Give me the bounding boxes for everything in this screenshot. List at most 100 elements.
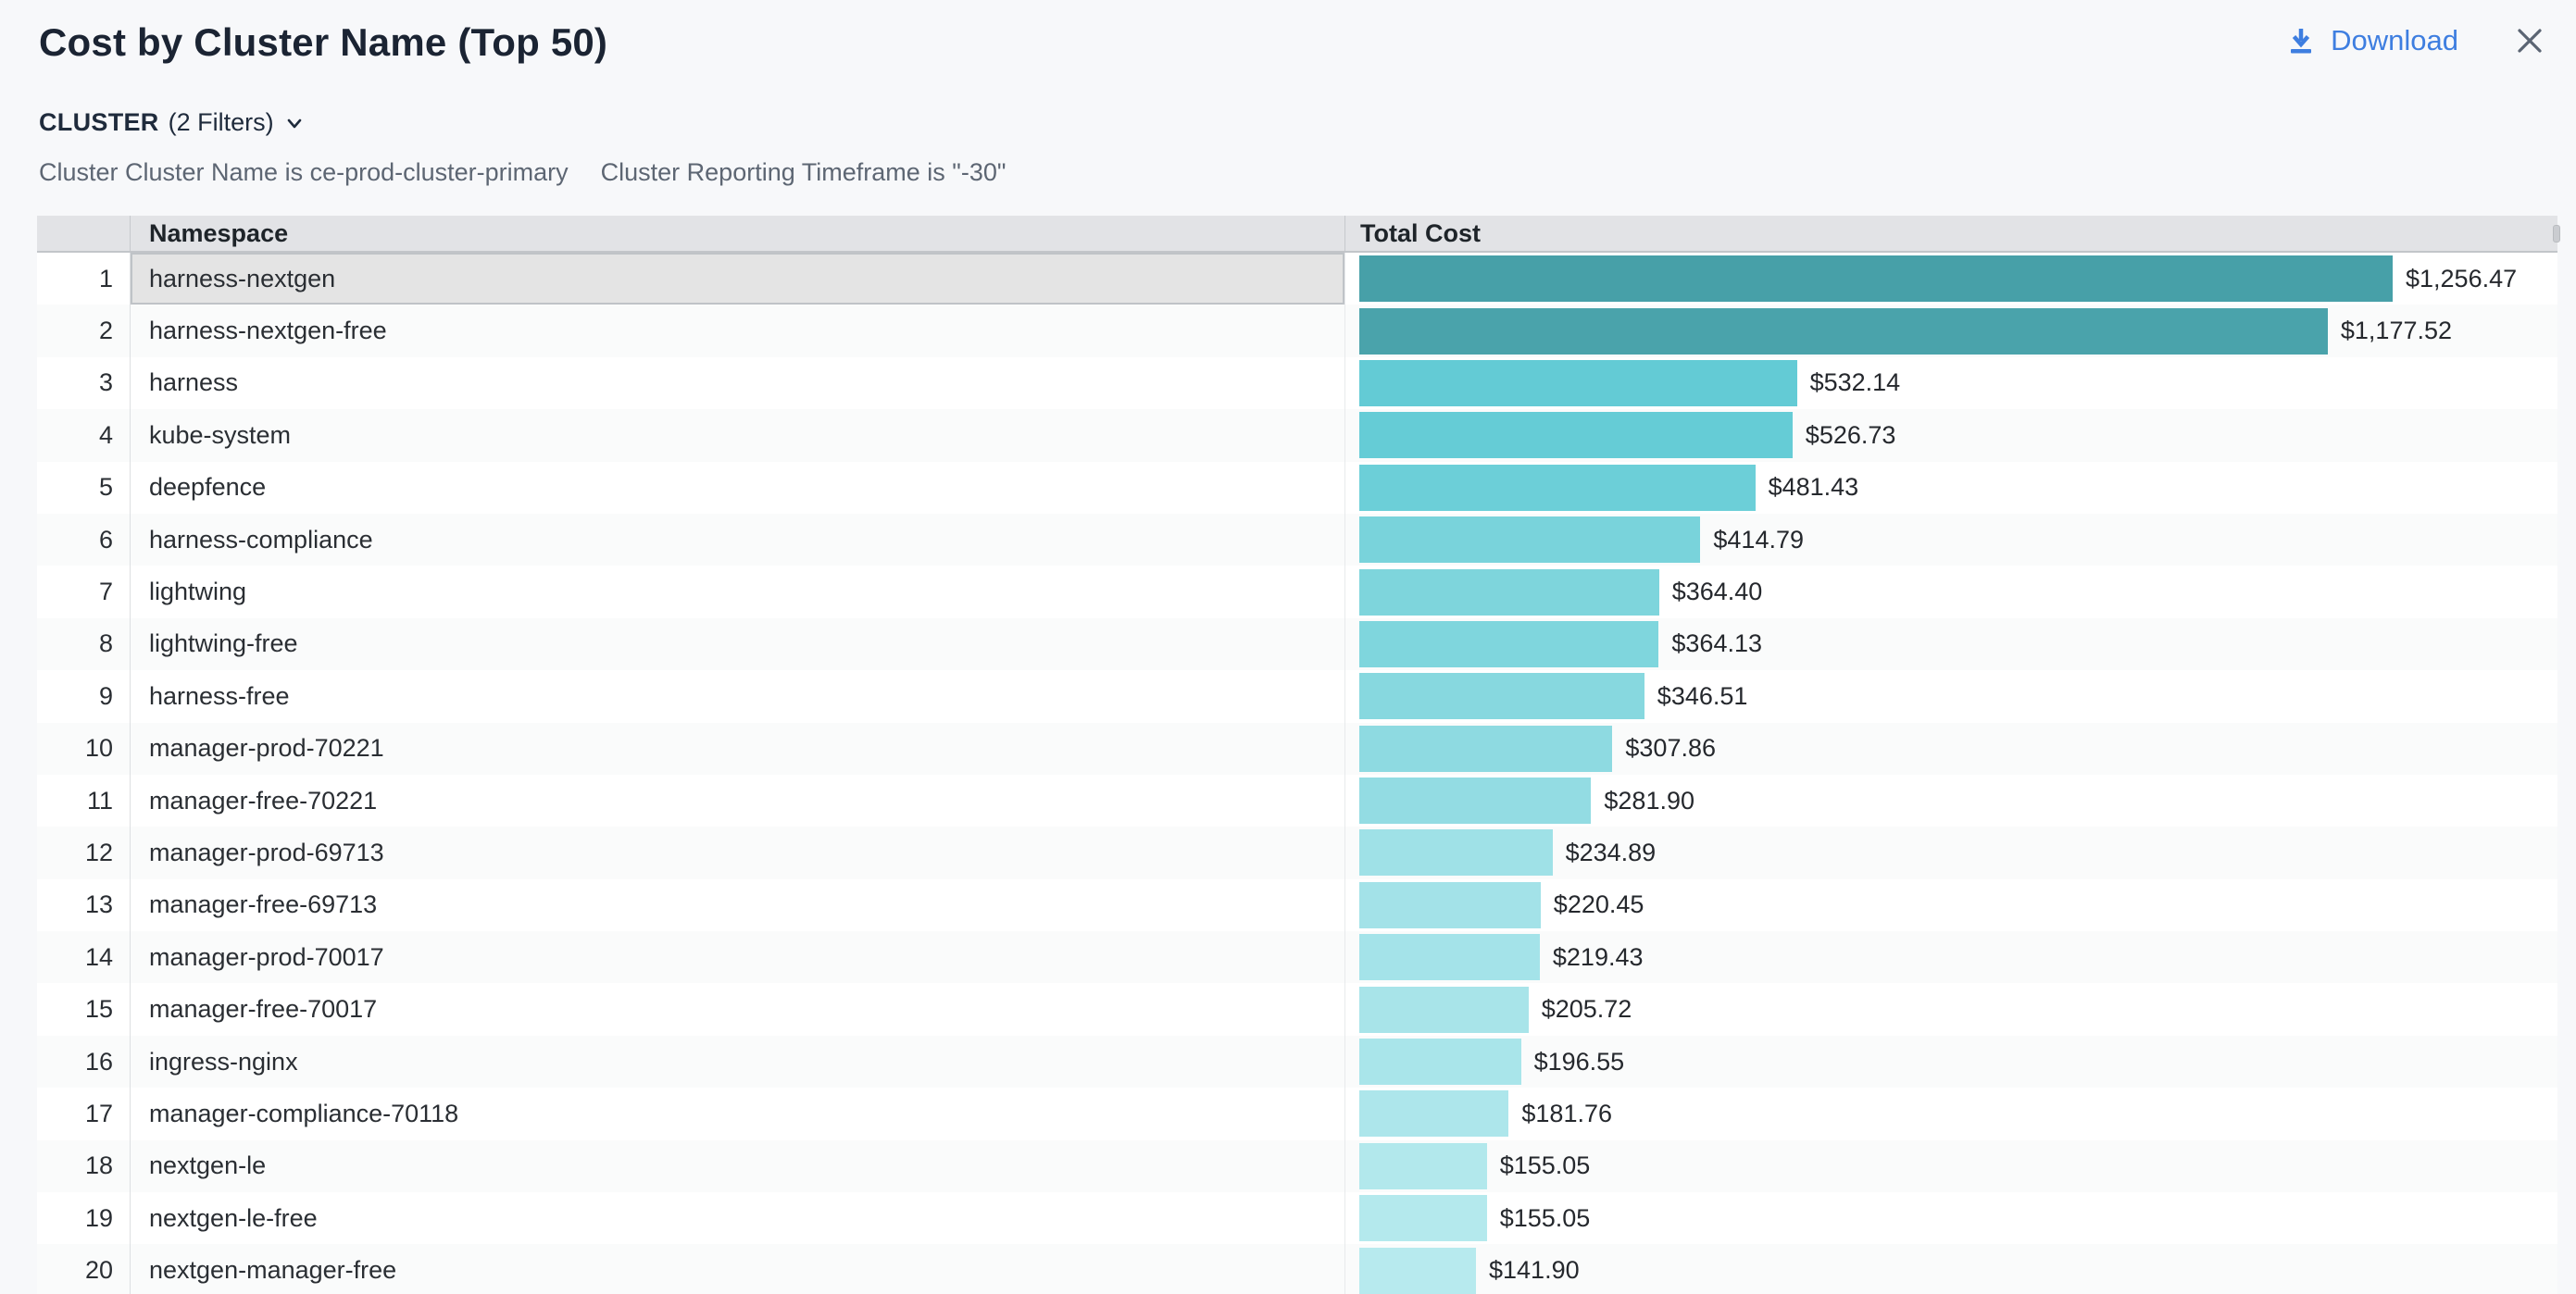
row-namespace: harness-free [149, 682, 290, 711]
row-rank: 14 [85, 943, 113, 972]
row-rank-cell: 9 [37, 670, 131, 722]
row-cost-cell: $1,256.47 [1344, 253, 2557, 305]
row-value: $532.14 [1810, 368, 1901, 397]
row-cost-cell: $481.43 [1344, 462, 2557, 514]
row-namespace-cell: kube-system [131, 409, 1344, 461]
row-value: $1,256.47 [2406, 265, 2517, 293]
row-bar [1359, 882, 1541, 928]
row-value: $205.72 [1542, 995, 1632, 1024]
total-cost-column-label: Total Cost [1360, 219, 1481, 248]
row-cost-cell: $181.76 [1344, 1088, 2557, 1139]
row-cost-cell: $526.73 [1344, 409, 2557, 461]
row-cost-cell: $346.51 [1344, 670, 2557, 722]
cost-by-cluster-panel: Cost by Cluster Name (Top 50) Download C… [0, 0, 2576, 1294]
table-row[interactable]: 7 lightwing $364.40 [37, 566, 2557, 617]
row-rank: 5 [99, 473, 113, 502]
row-namespace-cell: harness-nextgen [131, 253, 1344, 305]
table-row[interactable]: 3 harness $532.14 [37, 357, 2557, 409]
page-title: Cost by Cluster Name (Top 50) [39, 20, 607, 65]
row-rank: 4 [99, 421, 113, 450]
table-row[interactable]: 11 manager-free-70221 $281.90 [37, 775, 2557, 827]
table-body: 1 harness-nextgen $1,256.47 2 harness-ne… [37, 253, 2557, 1294]
close-icon [2514, 25, 2545, 56]
table-row[interactable]: 10 manager-prod-70221 $307.86 [37, 723, 2557, 775]
row-rank-cell: 1 [37, 253, 131, 305]
row-rank: 16 [85, 1048, 113, 1076]
row-namespace-cell: manager-compliance-70118 [131, 1088, 1344, 1139]
table-row[interactable]: 19 nextgen-le-free $155.05 [37, 1192, 2557, 1244]
row-rank-cell: 17 [37, 1088, 131, 1139]
table-row[interactable]: 18 nextgen-le $155.05 [37, 1140, 2557, 1192]
row-bar [1359, 934, 1540, 980]
row-rank: 17 [85, 1100, 113, 1128]
cluster-filters-toggle[interactable]: CLUSTER (2 Filters) [39, 108, 306, 137]
row-namespace-cell: manager-prod-70221 [131, 723, 1344, 775]
row-namespace-cell: harness-nextgen-free [131, 305, 1344, 356]
table-row[interactable]: 8 lightwing-free $364.13 [37, 618, 2557, 670]
row-bar [1359, 778, 1591, 824]
row-value: $155.05 [1500, 1151, 1591, 1180]
table-row[interactable]: 12 manager-prod-69713 $234.89 [37, 827, 2557, 878]
row-namespace: manager-free-69713 [149, 890, 377, 919]
table-row[interactable]: 15 manager-free-70017 $205.72 [37, 983, 2557, 1035]
row-namespace-cell: nextgen-manager-free [131, 1244, 1344, 1294]
download-button[interactable]: Download [2284, 24, 2458, 57]
table-row[interactable]: 1 harness-nextgen $1,256.47 [37, 253, 2557, 305]
row-cost-cell: $141.90 [1344, 1244, 2557, 1294]
row-value: $281.90 [1604, 787, 1694, 815]
row-value: $141.90 [1489, 1256, 1580, 1285]
row-namespace-cell: manager-prod-69713 [131, 827, 1344, 878]
row-rank-cell: 2 [37, 305, 131, 356]
row-namespace: manager-free-70017 [149, 995, 377, 1024]
table-row[interactable]: 6 harness-compliance $414.79 [37, 514, 2557, 566]
download-icon [2284, 24, 2318, 57]
table-row[interactable]: 17 manager-compliance-70118 $181.76 [37, 1088, 2557, 1139]
row-rank-cell: 20 [37, 1244, 131, 1294]
row-rank: 1 [99, 265, 113, 293]
row-namespace: kube-system [149, 421, 291, 450]
row-rank-cell: 16 [37, 1036, 131, 1088]
row-bar [1359, 987, 1529, 1033]
close-button[interactable] [2513, 24, 2546, 57]
row-bar [1359, 255, 2393, 302]
row-cost-cell: $234.89 [1344, 827, 2557, 878]
row-value: $181.76 [1521, 1100, 1612, 1128]
row-bar [1359, 1143, 1487, 1189]
row-rank-cell: 18 [37, 1140, 131, 1192]
vertical-scrollbar-thumb[interactable] [2553, 225, 2560, 243]
row-namespace: deepfence [149, 473, 266, 502]
cost-table: Namespace Total Cost 1 harness-nextgen $… [37, 216, 2557, 1294]
row-bar [1359, 308, 2328, 355]
row-bar [1359, 621, 1658, 667]
row-namespace: lightwing [149, 578, 246, 606]
row-rank: 8 [99, 629, 113, 658]
table-row[interactable]: 13 manager-free-69713 $220.45 [37, 879, 2557, 931]
table-row[interactable]: 9 harness-free $346.51 [37, 670, 2557, 722]
row-value: $155.05 [1500, 1204, 1591, 1233]
row-namespace: harness [149, 368, 238, 397]
row-bar [1359, 569, 1659, 616]
row-value: $196.55 [1534, 1048, 1625, 1076]
row-rank: 9 [99, 682, 113, 711]
table-row[interactable]: 16 ingress-nginx $196.55 [37, 1036, 2557, 1088]
row-rank: 12 [85, 839, 113, 867]
row-namespace-cell: nextgen-le [131, 1140, 1344, 1192]
row-namespace-cell: manager-free-69713 [131, 879, 1344, 931]
row-cost-cell: $281.90 [1344, 775, 2557, 827]
row-rank: 7 [99, 578, 113, 606]
row-rank: 13 [85, 890, 113, 919]
header-cell-rank[interactable] [37, 216, 131, 251]
applied-filters: Cluster Cluster Name is ce-prod-cluster-… [39, 158, 1006, 187]
row-value: $481.43 [1769, 473, 1859, 502]
header-cell-total-cost[interactable]: Total Cost [1344, 216, 2557, 251]
row-namespace: harness-compliance [149, 526, 373, 554]
table-row[interactable]: 14 manager-prod-70017 $219.43 [37, 931, 2557, 983]
header-cell-namespace[interactable]: Namespace [131, 216, 1344, 251]
row-rank: 15 [85, 995, 113, 1024]
table-row[interactable]: 5 deepfence $481.43 [37, 462, 2557, 514]
row-cost-cell: $364.40 [1344, 566, 2557, 617]
table-row[interactable]: 2 harness-nextgen-free $1,177.52 [37, 305, 2557, 356]
namespace-column-label: Namespace [149, 219, 288, 248]
table-row[interactable]: 4 kube-system $526.73 [37, 409, 2557, 461]
table-row[interactable]: 20 nextgen-manager-free $141.90 [37, 1244, 2557, 1294]
